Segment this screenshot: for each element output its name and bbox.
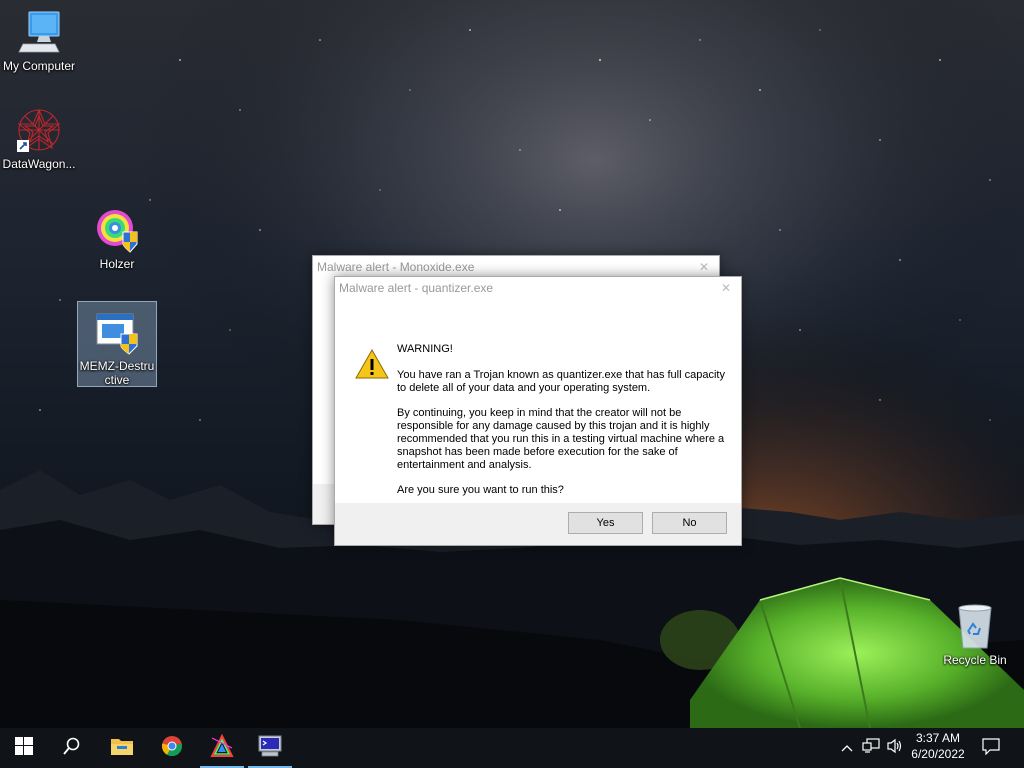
desktop-icon-recycle-bin[interactable]: Recycle Bin (936, 602, 1014, 667)
taskbar: 3:37 AM 6/20/2022 (0, 728, 1024, 768)
network-icon (862, 737, 880, 759)
close-icon[interactable]: ✕ (699, 256, 709, 278)
search-button[interactable] (48, 728, 96, 768)
windows-icon (15, 736, 33, 760)
notification-icon (982, 737, 1000, 760)
file-explorer-button[interactable] (98, 728, 146, 768)
dialog-titlebar[interactable]: Malware alert - Monoxide.exe ✕ (313, 256, 719, 278)
folder-icon (110, 736, 134, 761)
desktop-icon-label: DataWagon... (2, 157, 76, 171)
recycle-bin-icon (951, 602, 999, 650)
taskbar-app-colorful[interactable] (198, 728, 246, 768)
desktop-icon-label: Recycle Bin (943, 653, 1007, 667)
computer-icon (15, 8, 63, 56)
chevron-up-icon (841, 739, 853, 757)
dialog-message: WARNING! You have ran a Trojan known as … (397, 343, 727, 510)
no-button[interactable]: No (652, 512, 727, 534)
chrome-button[interactable] (148, 728, 196, 768)
dialog-footer: Yes No (335, 503, 741, 545)
speaker-icon (886, 738, 904, 759)
taskbar-app-terminal[interactable] (246, 728, 294, 768)
warning-question: Are you sure you want to run this? (397, 484, 564, 497)
memz-icon (93, 308, 141, 356)
network-button[interactable] (860, 728, 882, 768)
start-button[interactable] (0, 728, 48, 768)
holzer-icon (93, 206, 141, 254)
colorful-app-icon (210, 733, 234, 763)
warning-paragraph-1: You have ran a Trojan known as quantizer… (397, 368, 725, 394)
desktop-icon-datawagon[interactable]: DataWagon... (0, 106, 78, 171)
volume-button[interactable] (884, 728, 906, 768)
dialog-title: Malware alert - quantizer.exe (339, 281, 494, 295)
dialog-titlebar[interactable]: Malware alert - quantizer.exe ✕ (335, 277, 741, 299)
warning-paragraph-2: By continuing, you keep in mind that the… (397, 407, 725, 471)
desktop-icon-label: My Computer (2, 59, 76, 73)
taskbar-clock[interactable]: 3:37 AM 6/20/2022 (904, 730, 972, 762)
show-hidden-icons-button[interactable] (838, 728, 856, 768)
clock-time: 3:37 AM (915, 731, 961, 745)
warning-icon (355, 348, 389, 379)
warning-heading: WARNING! (397, 343, 453, 355)
search-icon (63, 737, 81, 760)
dialog-quantizer: Malware alert - quantizer.exe ✕ WARNING!… (334, 276, 742, 546)
clock-date: 6/20/2022 (911, 747, 965, 761)
close-icon[interactable]: ✕ (721, 277, 731, 299)
datawagon-icon (15, 106, 63, 154)
action-center-button[interactable] (976, 728, 1006, 768)
desktop-icon-label: Holzer (99, 257, 135, 271)
dialog-title: Malware alert - Monoxide.exe (317, 260, 475, 274)
chrome-icon (161, 735, 183, 762)
dialog-body: WARNING! You have ran a Trojan known as … (335, 299, 741, 503)
yes-button[interactable]: Yes (568, 512, 643, 534)
desktop-icon-holzer[interactable]: Holzer (78, 206, 156, 271)
desktop-icon-label: MEMZ-Destru ctive (79, 359, 155, 387)
terminal-app-icon (258, 735, 282, 762)
desktop-icon-memz[interactable]: MEMZ-Destru ctive (77, 301, 157, 387)
desktop-icon-my-computer[interactable]: My Computer (0, 8, 78, 73)
